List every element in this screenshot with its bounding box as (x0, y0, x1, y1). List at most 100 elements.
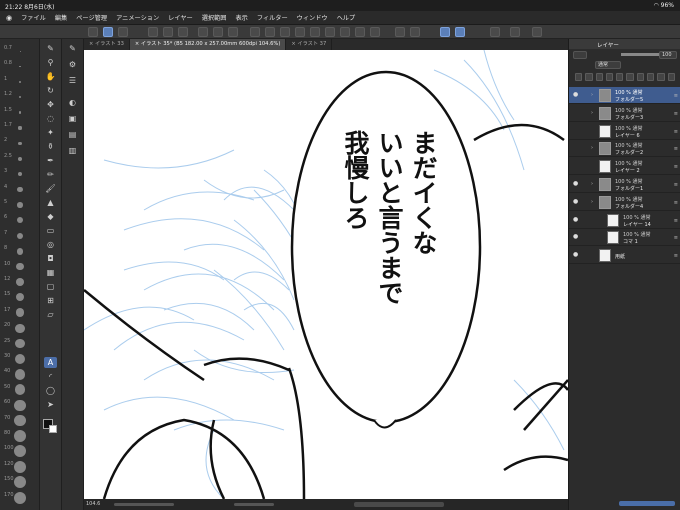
layer-menu-icon[interactable]: ≡ (674, 218, 678, 224)
no-entry-icon[interactable] (532, 27, 542, 37)
device-icon[interactable] (490, 27, 500, 37)
redo-icon[interactable] (213, 27, 223, 37)
select-icon[interactable] (280, 27, 290, 37)
merge-icon[interactable] (605, 73, 614, 81)
pen-icon[interactable]: ✒ (44, 155, 57, 166)
layer-menu-icon[interactable]: ≡ (674, 182, 678, 188)
ruler-tool-strip-icon[interactable]: ▱ (44, 309, 57, 320)
layer-panel-tab[interactable]: レイヤー (569, 39, 680, 49)
brush-size-dot[interactable] (17, 217, 23, 224)
fill-icon[interactable] (340, 27, 350, 37)
undo-icon-2[interactable] (228, 27, 238, 37)
mask-icon[interactable] (647, 73, 655, 81)
brush-size-dot[interactable] (15, 354, 25, 364)
layer-menu-icon[interactable]: ≡ (674, 200, 678, 206)
navigator-icon[interactable]: ▣ (66, 113, 79, 124)
brush-size-dot[interactable] (17, 187, 23, 193)
menu-toggle-icon[interactable] (88, 27, 98, 37)
brush-size-dot[interactable] (17, 171, 23, 177)
figure-icon[interactable]: ▢ (44, 281, 57, 292)
ref-icon[interactable] (626, 73, 634, 81)
layer-row[interactable]: ● › 100 % 通常 フォルダー1 ≡ (569, 176, 680, 193)
menu-view[interactable]: 表示 (235, 13, 247, 22)
crop-icon[interactable] (355, 27, 365, 37)
blend-icon[interactable]: ◎ (44, 239, 57, 250)
curve-icon[interactable] (455, 27, 465, 37)
layer-scrollbar[interactable] (619, 501, 675, 506)
visibility-eye-icon[interactable] (573, 163, 579, 169)
clear-icon[interactable] (370, 27, 380, 37)
layer-row[interactable]: ● 100 % 通常 レイヤー 14 ≡ (569, 212, 680, 229)
tab-illust-35[interactable]: × イラスト 35* (B5 182.00 x 257.00mm 600dpi … (129, 39, 287, 50)
duplicate-icon[interactable] (657, 73, 665, 81)
layer-menu-icon[interactable]: ≡ (674, 164, 678, 170)
lock-icon[interactable] (636, 73, 645, 81)
visibility-eye-icon[interactable]: ● (573, 92, 579, 98)
folder-chevron-icon[interactable]: › (591, 181, 593, 187)
new-folder-icon[interactable] (595, 73, 603, 81)
brush-size-dot[interactable] (14, 399, 26, 411)
brush-size-dot[interactable] (16, 247, 24, 255)
ruler-tool-icon[interactable] (510, 27, 520, 37)
brush-size-dot[interactable] (14, 491, 26, 504)
brush-size-dot[interactable] (15, 323, 25, 333)
menu-layer[interactable]: レイヤー (168, 13, 193, 22)
balloon-icon[interactable]: ◜ (44, 371, 57, 382)
invert-icon[interactable] (310, 27, 320, 37)
scrollbar[interactable] (354, 502, 444, 507)
material-icon[interactable]: ▥ (66, 145, 79, 156)
layer-row[interactable]: ● › 100 % 通常 フォルダー4 ≡ (569, 194, 680, 211)
brush-size-dot[interactable] (18, 96, 22, 99)
clip-icon[interactable] (616, 73, 624, 81)
layer-menu-icon[interactable]: ≡ (674, 235, 678, 241)
rotate-icon[interactable]: ↻ (44, 85, 57, 96)
menu-window[interactable]: ウィンドウ (297, 13, 328, 22)
brush-size-dot[interactable] (14, 414, 26, 427)
deselect-icon[interactable] (295, 27, 305, 37)
rotate-slider[interactable] (234, 503, 274, 506)
new-vector-icon[interactable] (585, 73, 593, 81)
tab-illust-37[interactable]: × イラスト 37 (286, 39, 333, 50)
pen-tool-icon[interactable]: ✎ (44, 43, 57, 54)
visibility-eye-icon[interactable] (573, 128, 579, 134)
hand-icon[interactable]: ✋ (44, 71, 57, 82)
brush-size-dot[interactable] (19, 80, 21, 83)
folder-chevron-icon[interactable]: › (591, 92, 593, 98)
layer-row[interactable]: ● › 100 % 通常 フォルダー5 ≡ (569, 87, 680, 104)
layer-row[interactable]: ● 用紙 ≡ (569, 247, 680, 265)
opacity-value[interactable]: 100 (659, 51, 677, 59)
sub-tool-adjust-icon[interactable]: ☰ (66, 75, 79, 86)
layer-row[interactable]: 100 % 通常 レイヤー 6 ≡ (569, 123, 680, 140)
open-icon[interactable] (163, 27, 173, 37)
operation-icon[interactable]: ➤ (44, 399, 57, 410)
visibility-eye-icon[interactable] (573, 110, 579, 116)
visibility-eye-icon[interactable]: ● (573, 234, 579, 240)
folder-chevron-icon[interactable]: › (591, 145, 593, 151)
brush-size-dot[interactable] (17, 202, 23, 208)
brush-size-dot[interactable] (18, 111, 22, 114)
brush-size-dot[interactable] (18, 126, 22, 130)
visibility-eye-icon[interactable]: ● (573, 216, 579, 223)
color-icon[interactable] (118, 27, 128, 37)
bg-color-swatch[interactable] (49, 425, 57, 433)
layer-menu-icon[interactable]: ≡ (674, 129, 678, 135)
layer-menu-icon[interactable]: ≡ (674, 93, 678, 99)
snap-icon[interactable] (395, 27, 405, 37)
text-tool-icon[interactable]: A (44, 357, 57, 368)
layer-row[interactable]: ● 100 % 通常 コマ 1 ≡ (569, 229, 680, 247)
tab-illust-33[interactable]: × イラスト 33 (84, 39, 130, 50)
expand-icon[interactable] (325, 27, 335, 37)
palette-icon[interactable]: ◐ (66, 97, 79, 108)
menu-filter[interactable]: フィルター (257, 13, 288, 22)
menu-selection[interactable]: 選択範囲 (202, 13, 227, 22)
eraser-icon[interactable]: ▭ (44, 225, 57, 236)
brush-size-dot[interactable] (18, 141, 22, 146)
move-icon[interactable]: ✥ (44, 99, 57, 110)
speech-bubble-text[interactable]: まだイくな いいと言うまで 我慢しろ (304, 130, 474, 390)
brush-icon[interactable]: 🖌 (44, 183, 57, 194)
magic-wand-icon[interactable]: ✦ (44, 127, 57, 138)
visibility-eye-icon[interactable]: ● (573, 252, 579, 258)
frame-icon[interactable]: ⊞ (44, 295, 57, 306)
fill-tool-icon[interactable]: ◘ (44, 253, 57, 264)
brush-size-dot[interactable] (14, 384, 26, 396)
